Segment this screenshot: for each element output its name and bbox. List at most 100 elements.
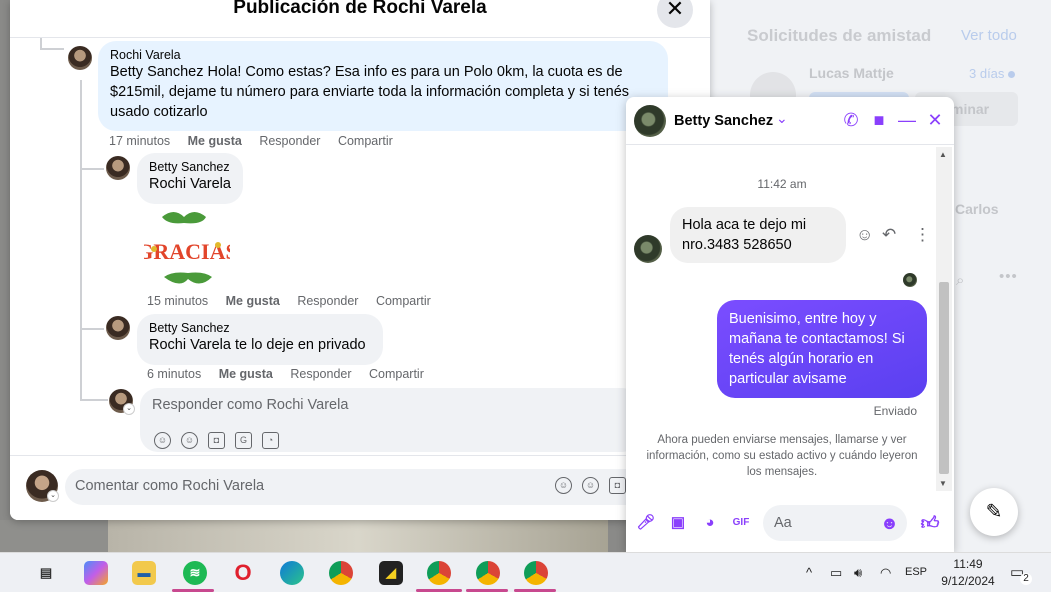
chrome-profile-icon[interactable] — [427, 561, 451, 585]
emoji-icon[interactable]: ☺ — [582, 477, 599, 494]
edge-icon[interactable] — [280, 561, 304, 585]
chrome-profile-icon[interactable] — [476, 561, 500, 585]
phone-icon[interactable]: ✆ — [840, 109, 862, 131]
comment-author[interactable]: Betty Sanchez — [149, 321, 371, 335]
comment-bar: ⌄ Comentar como Rochi Varela ☺ ☺ ◘ — [10, 455, 710, 520]
minimize-icon[interactable]: — — [896, 109, 918, 131]
video-icon[interactable]: ■ — [868, 109, 890, 131]
system-message: Ahora pueden enviarse mensajes, llamarse… — [646, 434, 918, 478]
avatar[interactable] — [634, 105, 666, 137]
sticky-notes-icon[interactable]: ◢ — [379, 561, 403, 585]
background-photo — [108, 520, 608, 552]
clock[interactable]: 11:49 9/12/2024 — [933, 556, 1003, 590]
like-button[interactable]: Me gusta — [188, 134, 242, 148]
opera-icon[interactable]: O — [231, 561, 255, 585]
avatar[interactable] — [634, 235, 662, 263]
chat-contact-name[interactable]: Betty Sanchez — [674, 113, 773, 129]
scrollbar[interactable]: ▲ ▼ — [936, 147, 952, 491]
language-indicator[interactable]: ESP — [905, 566, 927, 578]
close-icon[interactable]: ✕ — [657, 0, 693, 28]
reply-placeholder: Responder como Rochi Varela — [152, 397, 349, 413]
reply-icon[interactable]: ↶ — [882, 225, 896, 245]
gif-icon[interactable]: GIF — [731, 513, 751, 533]
comment-actions: 17 minutos Me gusta Responder Compartir — [109, 134, 407, 148]
copilot-icon[interactable] — [84, 561, 108, 585]
chrome-profile-icon[interactable] — [524, 561, 548, 585]
share-button[interactable]: Compartir — [338, 134, 393, 148]
comment-time[interactable]: 17 minutos — [109, 134, 170, 148]
avatar-sticker-icon[interactable]: ☺ — [555, 477, 572, 494]
comment-mention[interactable]: Betty Sanchez — [110, 64, 204, 80]
contact-name[interactable]: Carlos — [955, 201, 999, 217]
chevron-down-icon[interactable]: ⌄ — [123, 403, 135, 415]
modal-title: Publicación de Rochi Varela — [233, 0, 487, 18]
chrome-icon[interactable] — [329, 561, 353, 585]
comment-time[interactable]: 6 minutos — [147, 367, 201, 381]
comment-text: te lo deje en privado — [230, 337, 366, 353]
more-icon[interactable]: ⋮ — [914, 225, 931, 245]
taskbar: ▤ ▬ ≋ O ◢ ^ ▭ 🔊︎ ◠ ESP 11:49 9/12/2024 ▭… — [0, 552, 1051, 592]
see-all-link[interactable]: Ver todo — [961, 27, 1017, 44]
outgoing-message[interactable]: Buenisimo, entre hoy y mañana te contact… — [717, 300, 927, 398]
share-button[interactable]: Compartir — [376, 294, 431, 308]
thread-line — [80, 328, 104, 330]
avatar[interactable] — [106, 156, 130, 180]
chat-footer: 🎤︎ ▣ ◕ GIF Aa ☻ 👍︎ — [626, 499, 954, 547]
camera-icon[interactable]: ◘ — [208, 432, 225, 449]
avatar[interactable] — [106, 316, 130, 340]
chevron-down-icon[interactable]: ⌄ — [47, 490, 59, 502]
share-button[interactable]: Compartir — [369, 367, 424, 381]
thread-line — [80, 80, 82, 400]
close-icon[interactable]: ✕ — [924, 109, 946, 131]
comment-bubble: Rochi Varela Betty Sanchez Hola! Como es… — [98, 41, 668, 131]
like-button[interactable]: Me gusta — [219, 367, 273, 381]
compose-icon[interactable]: ✎ — [970, 488, 1018, 536]
message-input[interactable]: Aa ☻ — [763, 505, 907, 541]
request-time: 3 días — [969, 66, 1015, 81]
avatar-sticker-icon[interactable]: ☺ — [154, 432, 171, 449]
sticker-icon[interactable]: ◔ — [262, 432, 279, 449]
reply-button[interactable]: Responder — [297, 294, 358, 308]
comment-bubble: Betty Sanchez Rochi Varela — [137, 153, 243, 204]
battery-icon[interactable]: ▭ — [830, 565, 842, 581]
reply-button[interactable]: Responder — [290, 367, 351, 381]
comment-placeholder: Comentar como Rochi Varela — [75, 478, 265, 494]
like-icon[interactable]: 👍︎ — [920, 513, 940, 533]
scroll-thumb[interactable] — [939, 282, 949, 474]
emoji-icon[interactable]: ☻ — [880, 513, 899, 534]
microphone-icon[interactable]: 🎤︎ — [636, 513, 656, 533]
comment-time[interactable]: 15 minutos — [147, 294, 208, 308]
volume-icon[interactable]: 🔊︎ — [854, 565, 862, 581]
like-button[interactable]: Me gusta — [226, 294, 280, 308]
thread-line — [80, 399, 108, 401]
post-modal: Publicación de Rochi Varela ✕ Rochi Vare… — [10, 0, 710, 520]
comment-mention[interactable]: Rochi Varela — [149, 337, 231, 353]
scroll-down-icon[interactable]: ▼ — [939, 479, 947, 488]
avatar[interactable] — [68, 46, 92, 70]
camera-icon[interactable]: ◘ — [609, 477, 626, 494]
wifi-icon[interactable]: ◠ — [880, 565, 891, 581]
incoming-message[interactable]: Hola aca te dejo mi nro.3483 528650 — [670, 207, 846, 263]
request-name[interactable]: Lucas Mattje — [809, 65, 894, 81]
chevron-down-icon[interactable]: ⌄ — [776, 110, 788, 127]
emoji-icon[interactable]: ☺ — [181, 432, 198, 449]
reply-toolbar: ☺ ☺ ◘ G ◔ — [154, 432, 279, 449]
more-icon[interactable]: ••• — [999, 268, 1018, 285]
scroll-up-icon[interactable]: ▲ — [939, 150, 947, 159]
comment-input[interactable]: Comentar como Rochi Varela ☺ ☺ ◘ — [65, 469, 645, 505]
gif-icon[interactable]: G — [235, 432, 252, 449]
comment-author[interactable]: Rochi Varela — [110, 48, 656, 62]
comment-mention[interactable]: Rochi Varela — [149, 176, 231, 192]
sticker-icon[interactable]: ◕ — [700, 513, 720, 533]
reply-input[interactable]: Responder como Rochi Varela ☺ ☺ ◘ G ◔ — [140, 388, 640, 452]
spotify-icon[interactable]: ≋ — [183, 561, 207, 585]
react-icon[interactable]: ☺ — [856, 225, 873, 245]
task-view-icon[interactable]: ▤ — [34, 561, 58, 585]
file-explorer-icon[interactable]: ▬ — [132, 561, 156, 585]
chevron-up-icon[interactable]: ^ — [806, 565, 812, 580]
comment-author[interactable]: Betty Sanchez — [149, 160, 231, 174]
photo-icon[interactable]: ▣ — [668, 513, 688, 533]
reply-button[interactable]: Responder — [259, 134, 320, 148]
message-timestamp: 11:42 am — [757, 177, 807, 191]
search-icon[interactable]: ⌕ — [956, 272, 964, 289]
